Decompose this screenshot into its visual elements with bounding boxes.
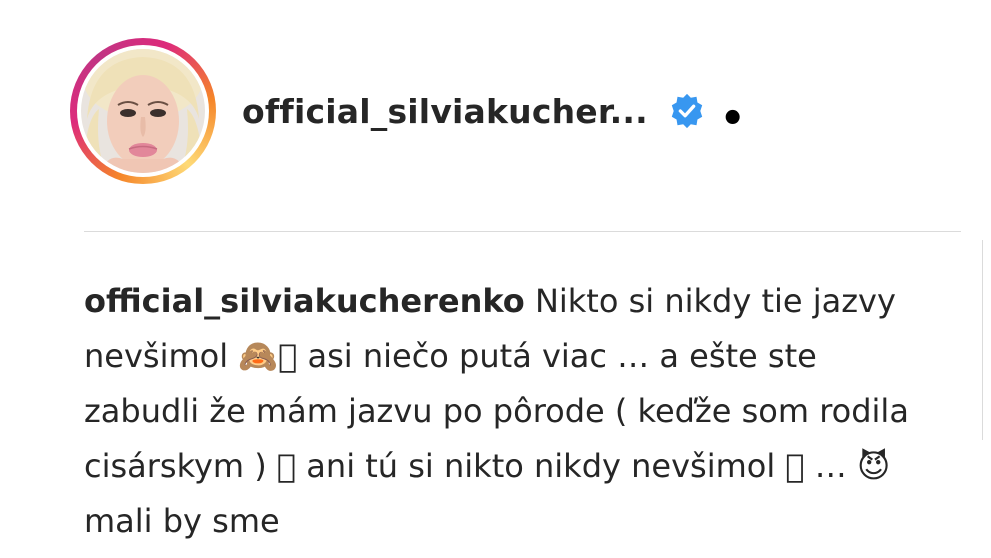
header-divider — [84, 231, 961, 232]
verified-badge-icon — [671, 93, 703, 129]
post-view: official_silviakucher... • official_silv… — [0, 0, 991, 558]
post-caption: official_silviakucherenko Nikto si nikdy… — [84, 274, 934, 549]
header-separator-dot: • — [719, 96, 746, 142]
post-header: official_silviakucher... • — [70, 38, 745, 184]
caption-username[interactable]: official_silviakucherenko — [84, 282, 525, 320]
scrollbar-edge — [982, 240, 983, 440]
avatar-ring-gap — [77, 45, 209, 177]
caption-text: Nikto si nikdy tie jazvy nevšimol 🙈󾓥 asi… — [84, 282, 909, 540]
avatar-story-ring[interactable] — [70, 38, 216, 184]
post-username[interactable]: official_silviakucher... — [242, 92, 648, 131]
avatar[interactable] — [81, 49, 205, 173]
